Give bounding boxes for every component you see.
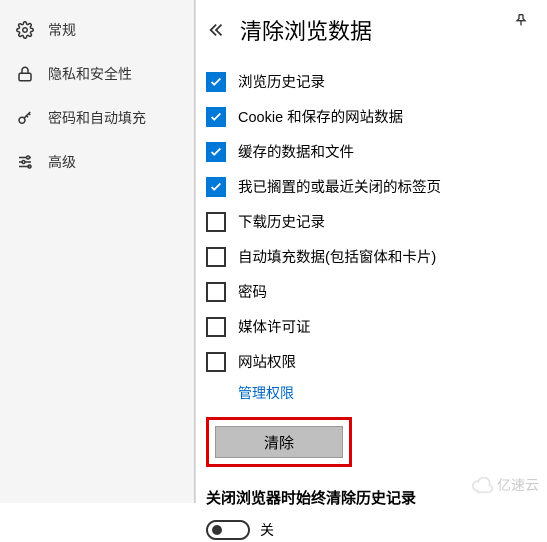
checkbox[interactable] bbox=[206, 72, 226, 92]
sidebar-item-label: 隐私和安全性 bbox=[48, 64, 132, 84]
pin-icon[interactable] bbox=[513, 12, 529, 31]
option-label: 自动填充数据(包括窗体和卡片) bbox=[238, 246, 436, 267]
option-label: 媒体许可证 bbox=[238, 316, 311, 337]
back-icon[interactable] bbox=[206, 23, 228, 37]
option-media-licenses: 媒体许可证 bbox=[206, 309, 535, 344]
checkbox[interactable] bbox=[206, 247, 226, 267]
settings-sidebar: 常规 隐私和安全性 密码和自动填充 高级 bbox=[0, 0, 195, 503]
lock-icon bbox=[16, 65, 34, 83]
gear-icon bbox=[16, 21, 34, 39]
checkbox[interactable] bbox=[206, 282, 226, 302]
checkbox[interactable] bbox=[206, 317, 226, 337]
checkbox[interactable] bbox=[206, 212, 226, 232]
main-panel: 清除浏览数据 浏览历史记录 Cookie 和保存的网站数据 缓存的数据和文件 我… bbox=[195, 0, 547, 503]
panel-title: 清除浏览数据 bbox=[240, 14, 372, 46]
sliders-icon bbox=[16, 153, 34, 171]
panel-header: 清除浏览数据 bbox=[196, 0, 547, 64]
option-download-history: 下载历史记录 bbox=[206, 204, 535, 239]
sidebar-item-advanced[interactable]: 高级 bbox=[0, 140, 194, 184]
checkbox[interactable] bbox=[206, 177, 226, 197]
sidebar-item-passwords[interactable]: 密码和自动填充 bbox=[0, 96, 194, 140]
clear-button-highlight: 清除 bbox=[206, 417, 352, 467]
option-label: 缓存的数据和文件 bbox=[238, 141, 354, 162]
option-cookies: Cookie 和保存的网站数据 bbox=[206, 99, 535, 134]
clear-options: 浏览历史记录 Cookie 和保存的网站数据 缓存的数据和文件 我已搁置的或最近… bbox=[196, 64, 547, 542]
option-tabs: 我已搁置的或最近关闭的标签页 bbox=[206, 169, 535, 204]
option-passwords: 密码 bbox=[206, 274, 535, 309]
key-icon bbox=[16, 109, 34, 127]
sidebar-item-privacy[interactable]: 隐私和安全性 bbox=[0, 52, 194, 96]
manage-permissions-link[interactable]: 管理权限 bbox=[206, 379, 535, 413]
option-label: 网站权限 bbox=[238, 351, 296, 372]
option-label: 下载历史记录 bbox=[238, 211, 325, 232]
clear-button[interactable]: 清除 bbox=[215, 426, 343, 458]
sidebar-item-label: 高级 bbox=[48, 152, 76, 172]
option-cached-data: 缓存的数据和文件 bbox=[206, 134, 535, 169]
sidebar-item-general[interactable]: 常规 bbox=[0, 8, 194, 52]
checkbox[interactable] bbox=[206, 142, 226, 162]
option-label: 我已搁置的或最近关闭的标签页 bbox=[238, 176, 441, 197]
always-clear-toggle[interactable] bbox=[206, 520, 250, 540]
checkbox[interactable] bbox=[206, 352, 226, 372]
option-browsing-history: 浏览历史记录 bbox=[206, 64, 535, 99]
option-autofill: 自动填充数据(包括窗体和卡片) bbox=[206, 239, 535, 274]
toggle-state-label: 关 bbox=[260, 520, 274, 540]
option-label: 浏览历史记录 bbox=[238, 71, 325, 92]
always-clear-row: 关 bbox=[206, 518, 535, 542]
sidebar-item-label: 常规 bbox=[48, 20, 76, 40]
sidebar-item-label: 密码和自动填充 bbox=[48, 108, 146, 128]
option-label: Cookie 和保存的网站数据 bbox=[238, 106, 403, 127]
always-clear-title: 关闭浏览器时始终清除历史记录 bbox=[206, 481, 535, 518]
option-site-permissions: 网站权限 bbox=[206, 344, 535, 379]
option-label: 密码 bbox=[238, 281, 267, 302]
checkbox[interactable] bbox=[206, 107, 226, 127]
